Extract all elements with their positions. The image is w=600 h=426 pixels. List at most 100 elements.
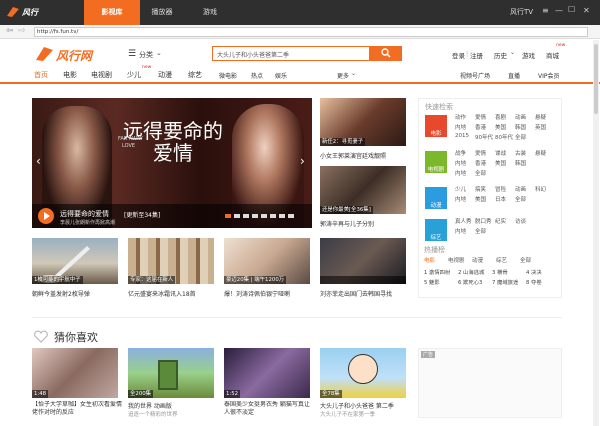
games-link[interactable]: 游戏 [522, 50, 535, 60]
quick-search-link[interactable]: 谍战 [495, 149, 506, 157]
register-link[interactable]: 注册 [470, 50, 483, 60]
quick-search-link[interactable]: 爱情 [475, 149, 486, 157]
carousel-dot[interactable] [252, 214, 258, 218]
nav-micro-film[interactable]: 微电影 [219, 71, 237, 80]
quick-search-link[interactable]: 古装 [515, 149, 526, 157]
quick-search-link[interactable]: 内地 [455, 159, 466, 167]
video-title[interactable]: 我的世界 动画版 [128, 401, 216, 410]
quick-search-tile-3[interactable]: 综艺 [425, 219, 447, 241]
nav-movie[interactable]: 电影 [63, 70, 77, 80]
quick-search-link[interactable]: 内地 [455, 123, 466, 131]
quick-search-link[interactable]: 全部 [515, 195, 526, 203]
close-icon[interactable]: ✕ [583, 6, 590, 15]
quick-search-link[interactable]: 真人秀 [455, 217, 472, 225]
quick-search-link[interactable]: 内地 [455, 227, 466, 235]
nav-hot[interactable]: 热点 [251, 71, 263, 80]
quick-search-link[interactable]: 全部 [475, 169, 486, 177]
hot-tab[interactable]: 电影 [424, 256, 435, 264]
hot-tab[interactable]: 动漫 [472, 256, 483, 264]
side-thumb[interactable]: 新任2：寻觅妻子 [320, 98, 406, 146]
next-arrow-icon[interactable]: › [300, 154, 305, 168]
prev-arrow-icon[interactable]: ‹ [36, 154, 41, 168]
quick-search-link[interactable]: 韩国 [515, 123, 526, 131]
quick-search-link[interactable]: 少儿 [455, 185, 466, 193]
banner-caption[interactable]: 远得要命的爱情 [60, 209, 109, 219]
news-thumb-title[interactable]: 爆！刘涛诗佩伯银宁哑喇 [224, 289, 312, 298]
category-menu[interactable]: 分类 [139, 50, 153, 60]
nav-video-square[interactable]: 视频号广场 [460, 71, 490, 80]
nav-variety[interactable]: 综艺 [188, 70, 202, 80]
quick-search-link[interactable]: 全部 [515, 133, 526, 141]
site-logo[interactable]: 风行网 [34, 46, 114, 63]
hot-item[interactable]: 7 魔域旅途 [492, 278, 518, 286]
video-title[interactable]: 泰国美少女挺男衣秀 躺猫写真让人很不淡定 [224, 401, 314, 417]
quick-search-tile-0[interactable]: 电影 [425, 115, 447, 137]
quick-search-link[interactable]: 科幻 [535, 185, 546, 193]
hot-tab[interactable]: 全部 [520, 256, 531, 264]
quick-search-link[interactable]: 香港 [475, 159, 486, 167]
quick-search-link[interactable]: 日本 [495, 195, 506, 203]
nav-entertainment[interactable]: 娱乐 [275, 71, 287, 80]
search-button[interactable] [370, 46, 402, 61]
video-thumb[interactable]: 全200集 [128, 348, 214, 398]
quick-search-link[interactable]: 全部 [475, 227, 486, 235]
quick-search-link[interactable]: 内地 [455, 169, 466, 177]
quick-search-link[interactable]: 内地 [455, 195, 466, 203]
quick-search-link[interactable]: 韩国 [515, 159, 526, 167]
quick-search-link[interactable]: 动画 [515, 113, 526, 121]
quick-search-link[interactable]: 访谈 [515, 217, 526, 225]
tab-player[interactable]: 播放器 [142, 0, 182, 25]
carousel-dot[interactable] [270, 214, 276, 218]
carousel-dot[interactable] [225, 214, 231, 218]
forward-icon[interactable]: ⇨ [18, 26, 26, 36]
tab-games[interactable]: 游戏 [190, 0, 230, 25]
nav-live[interactable]: 直播 [508, 71, 520, 80]
scrollbar[interactable] [593, 40, 599, 426]
hot-tab[interactable]: 电视剧 [448, 256, 465, 264]
nav-anime[interactable]: 动漫 [158, 70, 172, 80]
hot-item[interactable]: 6 欺死心3 [458, 278, 482, 286]
video-thumb[interactable]: 全78集 [320, 348, 406, 398]
ad-box[interactable]: 广告 [418, 348, 562, 418]
quick-search-link[interactable]: 冒险 [495, 185, 506, 193]
hot-item[interactable]: 1 激情四射 [424, 268, 450, 276]
news-thumb-title[interactable]: 朝鲜今盖发射2枚导弹 [32, 289, 120, 298]
nav-tv[interactable]: 电视剧 [91, 70, 112, 80]
carousel-dot[interactable] [261, 214, 267, 218]
nav-home[interactable]: 首页 [34, 70, 48, 80]
chevron-down-icon[interactable]: ⌄ [156, 49, 162, 57]
back-icon[interactable]: ⇦ [6, 26, 14, 36]
search-input[interactable]: 大头儿子和小头爸爸第二季 [212, 46, 370, 61]
quick-search-link[interactable]: 脱口秀 [475, 217, 492, 225]
quick-search-link[interactable]: 爱情 [475, 113, 486, 121]
quick-search-link[interactable]: 战争 [455, 149, 466, 157]
video-thumb[interactable]: 1:48 [32, 348, 118, 398]
history-link[interactable]: 历史 [494, 50, 507, 60]
hot-tab[interactable]: 综艺 [496, 256, 507, 264]
side-thumb-title[interactable]: 刘亦菲走出国门去韩国寻找 [320, 289, 408, 298]
quick-search-link[interactable]: 香港 [475, 123, 486, 131]
tab-movie-library[interactable]: 影视库 [84, 0, 140, 25]
video-title[interactable]: 大头儿子和小头爸爸 第二季 [320, 401, 410, 410]
hot-item[interactable]: 8 夺卷 [526, 278, 542, 286]
menu-list-icon[interactable]: ☰ [128, 49, 136, 59]
minimize-icon[interactable]: — [555, 6, 563, 15]
hot-item[interactable]: 4 决决 [526, 268, 542, 276]
news-thumb[interactable]: 专家：这届在新人 [128, 238, 214, 284]
quick-search-link[interactable]: 动作 [455, 113, 466, 121]
side-thumb[interactable] [320, 238, 406, 284]
nav-vip[interactable]: VIP会员 [538, 71, 560, 80]
quick-search-link[interactable]: 纪实 [495, 217, 506, 225]
quick-search-link[interactable]: 动画 [515, 185, 526, 193]
news-thumb[interactable]: 豪迈20集 | 端午1200万 [224, 238, 310, 284]
quick-search-link[interactable]: 美国 [495, 159, 506, 167]
carousel-dot[interactable] [279, 214, 285, 218]
hero-banner[interactable]: 远得要命的爱情 FAR AWAY LOVE ‹ › 远得要命的爱情 [更新至34… [32, 98, 312, 228]
quick-search-link[interactable]: 搞笑 [475, 185, 486, 193]
quick-search-tile-2[interactable]: 动漫 [425, 187, 447, 209]
quick-search-link[interactable]: 美国 [495, 123, 506, 131]
login-link[interactable]: 登录 [452, 50, 465, 60]
nav-kids[interactable]: 少儿 [127, 70, 141, 80]
hot-item[interactable]: 5 魅影 [424, 278, 440, 286]
scrollbar-thumb[interactable] [594, 44, 598, 114]
